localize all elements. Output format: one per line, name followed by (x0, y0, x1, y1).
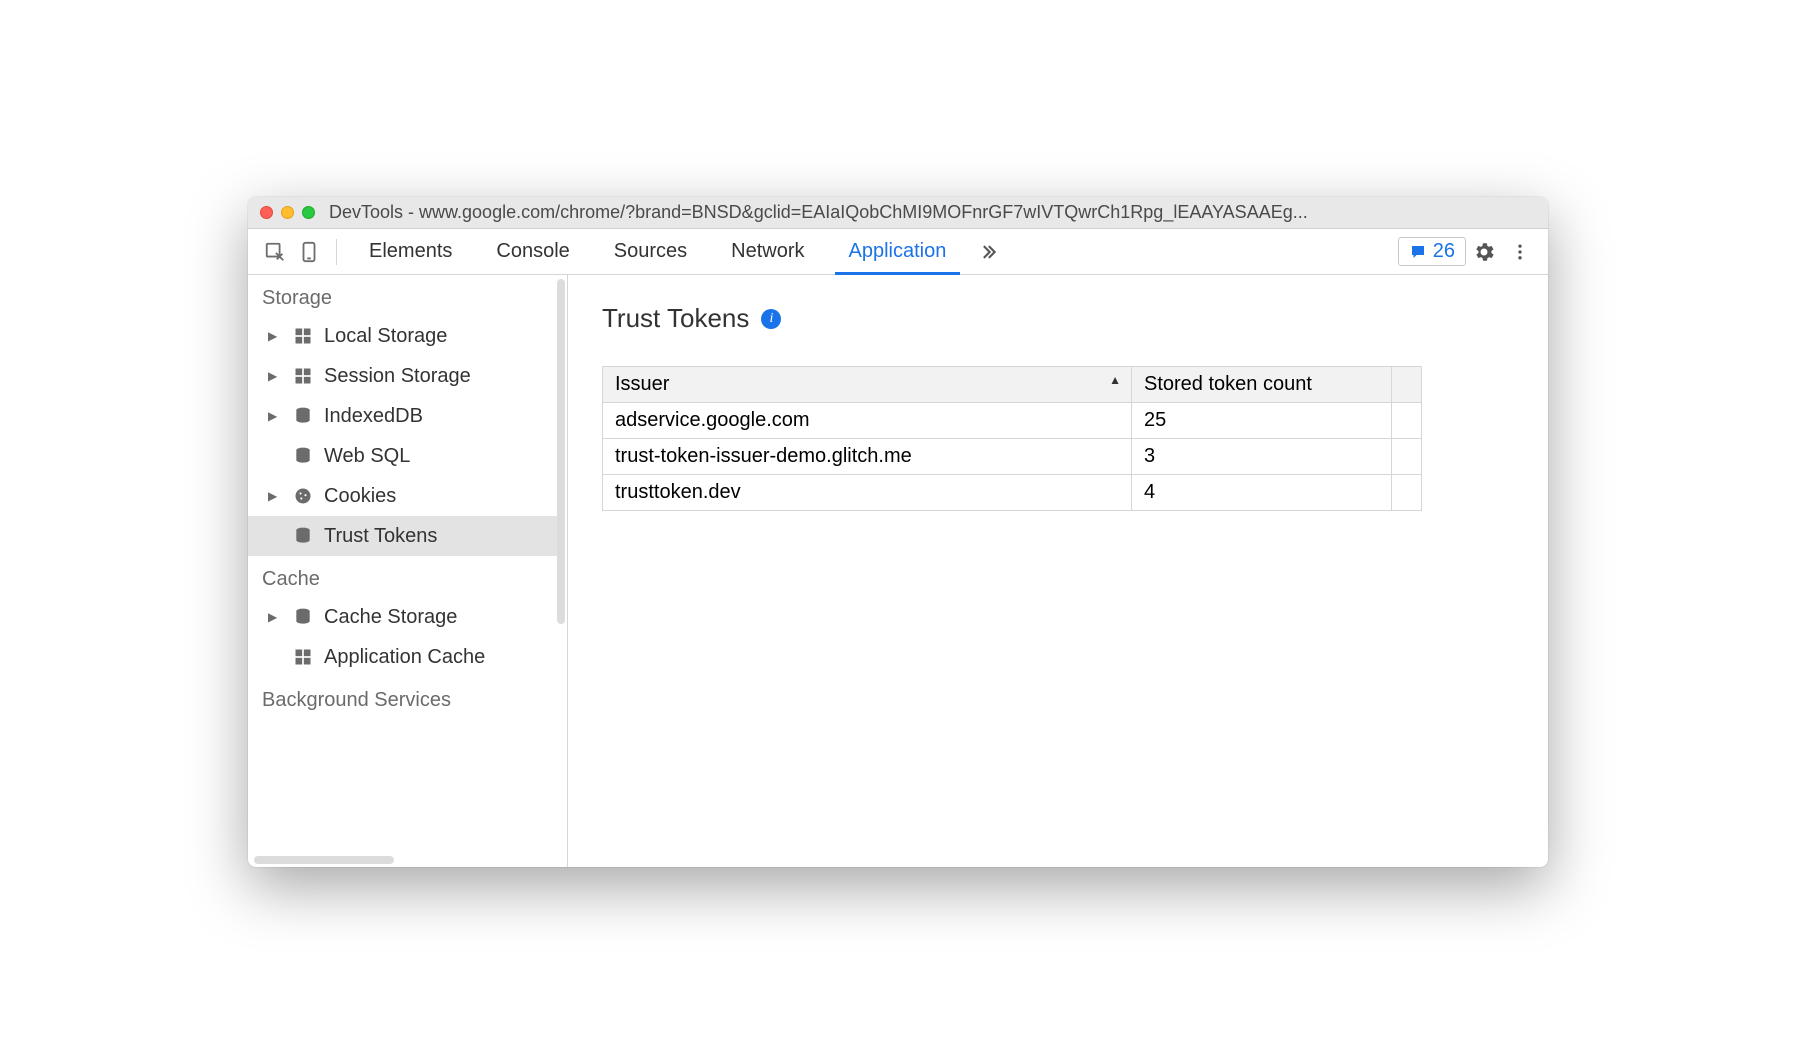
tab-application[interactable]: Application (827, 229, 969, 274)
db-icon (292, 526, 314, 546)
grid-icon (292, 326, 314, 346)
minimize-window-button[interactable] (281, 206, 294, 219)
sidebar-scrollbar[interactable] (557, 279, 565, 624)
more-tabs-button[interactable] (968, 229, 1008, 274)
sidebar-section-header: Background Services (248, 677, 557, 718)
sidebar-section-header: Storage (248, 275, 557, 316)
devtools-tabbar: Elements Console Sources Network Applica… (248, 229, 1548, 275)
close-window-button[interactable] (260, 206, 273, 219)
db-icon (292, 406, 314, 426)
cookie-icon (292, 486, 314, 506)
window-title: DevTools - www.google.com/chrome/?brand=… (329, 202, 1536, 223)
tab-network[interactable]: Network (709, 229, 826, 274)
cell-issuer: trusttoken.dev (603, 475, 1132, 511)
table-row[interactable]: trusttoken.dev4 (603, 475, 1422, 511)
traffic-lights (260, 206, 315, 219)
col-issuer-label: Issuer (615, 373, 669, 395)
sidebar-item-cookies[interactable]: ▶ Cookies (248, 476, 557, 516)
cell-issuer: trust-token-issuer-demo.glitch.me (603, 439, 1132, 475)
settings-icon[interactable] (1466, 234, 1502, 270)
expand-caret-icon: ▶ (268, 329, 282, 343)
tab-console[interactable]: Console (474, 229, 591, 274)
sidebar-item-label: Cookies (324, 485, 396, 508)
sort-asc-icon: ▲ (1109, 373, 1121, 387)
sidebar-item-label: Session Storage (324, 365, 471, 388)
pane-heading: Trust Tokens i (602, 303, 1514, 334)
sidebar-item-label: Trust Tokens (324, 525, 437, 548)
cell-count: 4 (1132, 475, 1392, 511)
sidebar-item-local-storage[interactable]: ▶ Local Storage (248, 316, 557, 356)
col-stored-token-count[interactable]: Stored token count (1132, 367, 1392, 403)
sidebar-item-session-storage[interactable]: ▶ Session Storage (248, 356, 557, 396)
table-row[interactable]: trust-token-issuer-demo.glitch.me3 (603, 439, 1422, 475)
col-actions (1392, 367, 1422, 403)
devtools-body: Storage ▶ Local Storage ▶ Session Storage ▶ In… (248, 275, 1548, 867)
expand-caret-icon: ▶ (268, 489, 282, 503)
application-sidebar: Storage ▶ Local Storage ▶ Session Storage ▶ In… (248, 275, 568, 867)
issues-badge[interactable]: 26 (1398, 237, 1466, 266)
sidebar-item-web-sql[interactable]: ▶Web SQL (248, 436, 557, 476)
sidebar-item-label: Application Cache (324, 646, 485, 669)
col-issuer[interactable]: Issuer ▲ (603, 367, 1132, 403)
table-row[interactable]: adservice.google.com25 (603, 403, 1422, 439)
window-titlebar: DevTools - www.google.com/chrome/?brand=… (248, 197, 1548, 229)
tab-elements[interactable]: Elements (347, 229, 474, 274)
issues-count: 26 (1433, 240, 1455, 263)
col-count-label: Stored token count (1144, 373, 1312, 395)
sidebar-section-header: Cache (248, 556, 557, 597)
cell-actions (1392, 403, 1422, 439)
tab-sources[interactable]: Sources (592, 229, 709, 274)
expand-caret-icon: ▶ (268, 409, 282, 423)
sidebar-item-label: Local Storage (324, 325, 447, 348)
zoom-window-button[interactable] (302, 206, 315, 219)
inspect-element-icon[interactable] (258, 235, 292, 269)
sidebar-item-label: Web SQL (324, 445, 410, 468)
sidebar-item-label: Cache Storage (324, 606, 457, 629)
sidebar-item-trust-tokens[interactable]: ▶Trust Tokens (248, 516, 557, 556)
trust-tokens-pane: Trust Tokens i Issuer ▲ Stored token cou… (568, 275, 1548, 867)
sidebar-item-label: IndexedDB (324, 405, 423, 428)
trust-tokens-table: Issuer ▲ Stored token count adservice.go… (602, 366, 1422, 511)
cell-actions (1392, 475, 1422, 511)
devtools-window: DevTools - www.google.com/chrome/?brand=… (248, 197, 1548, 867)
grid-icon (292, 647, 314, 667)
grid-icon (292, 366, 314, 386)
more-options-icon[interactable] (1502, 234, 1538, 270)
sidebar-item-indexeddb[interactable]: ▶ IndexedDB (248, 396, 557, 436)
db-icon (292, 607, 314, 627)
pane-heading-text: Trust Tokens (602, 303, 749, 334)
sidebar-item-cache-storage[interactable]: ▶ Cache Storage (248, 597, 557, 637)
info-icon[interactable]: i (761, 309, 781, 329)
toolbar-divider (336, 239, 337, 265)
device-toggle-icon[interactable] (292, 235, 326, 269)
sidebar-item-application-cache[interactable]: ▶Application Cache (248, 637, 557, 677)
expand-caret-icon: ▶ (268, 610, 282, 624)
cell-actions (1392, 439, 1422, 475)
cell-count: 25 (1132, 403, 1392, 439)
sidebar-hscrollbar[interactable] (254, 856, 394, 864)
db-icon (292, 446, 314, 466)
cell-issuer: adservice.google.com (603, 403, 1132, 439)
issues-icon (1409, 243, 1427, 261)
cell-count: 3 (1132, 439, 1392, 475)
expand-caret-icon: ▶ (268, 369, 282, 383)
